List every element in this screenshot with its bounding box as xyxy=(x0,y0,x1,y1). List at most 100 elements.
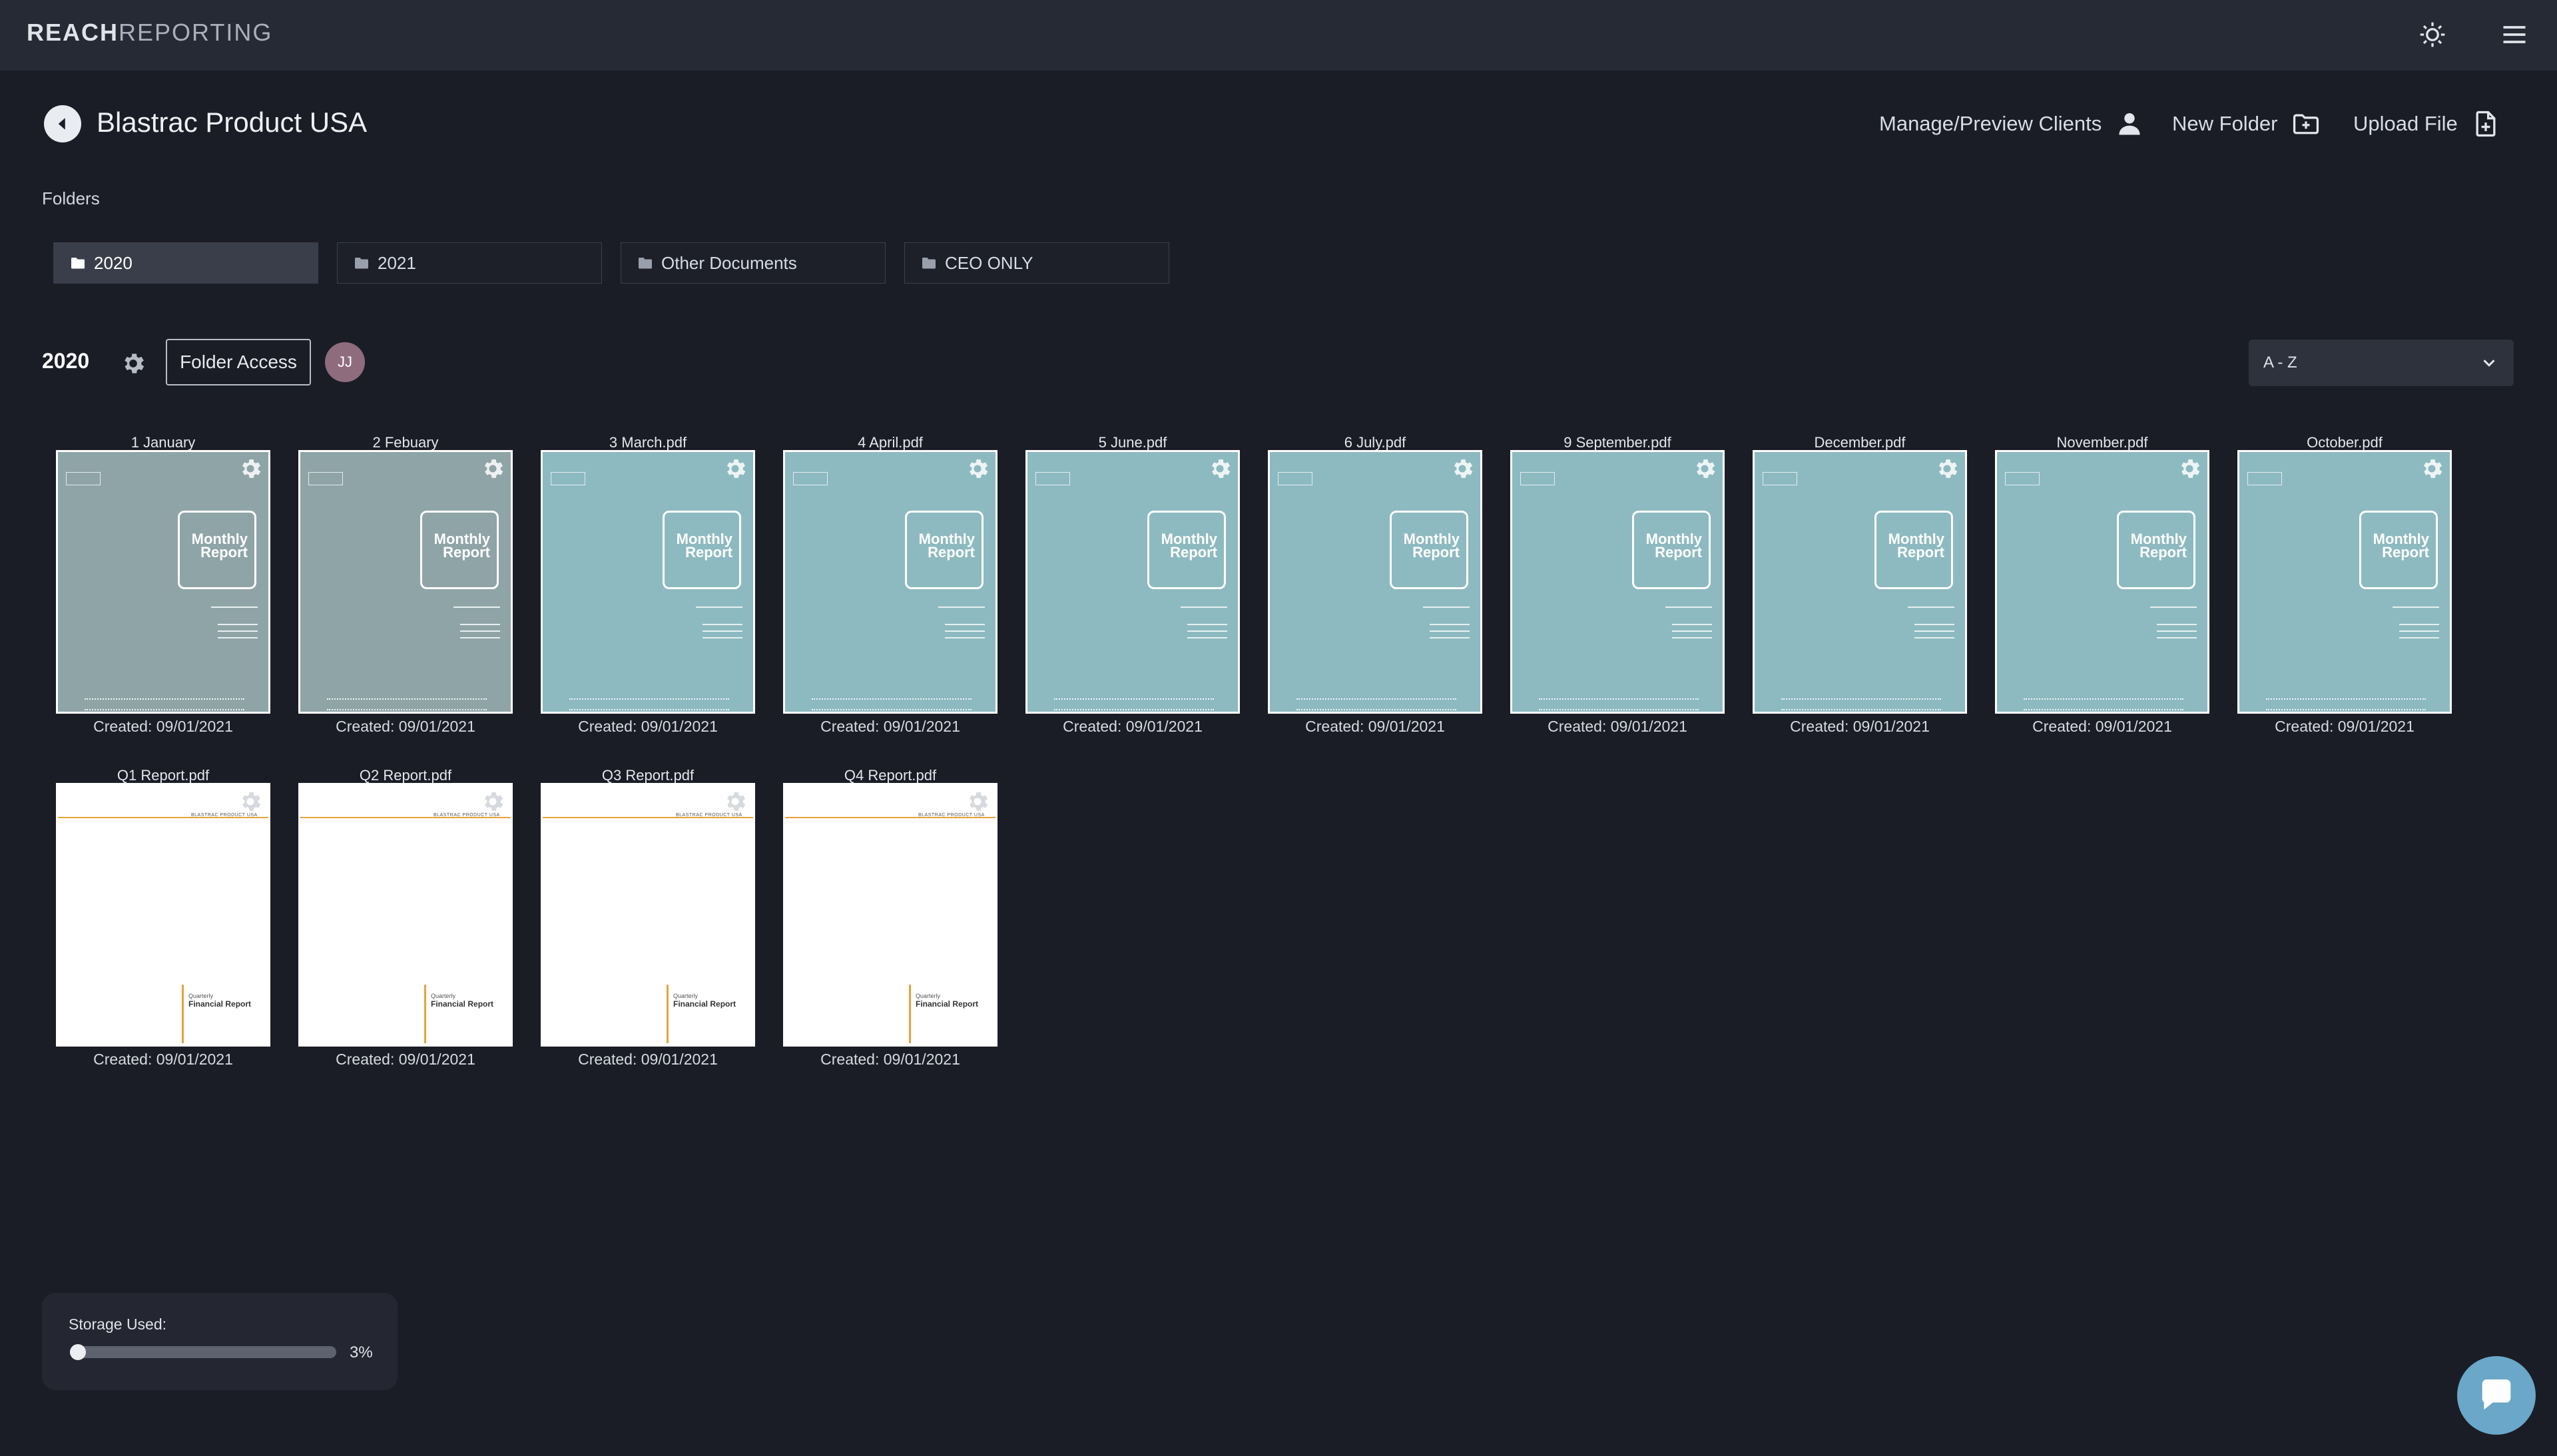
gear-icon[interactable] xyxy=(1207,456,1233,481)
gear-icon[interactable] xyxy=(1934,456,1960,481)
folder-tab-label: CEO ONLY xyxy=(945,252,1033,273)
folder-access-button[interactable]: Folder Access xyxy=(166,339,311,385)
report-title-box: Monthly Report xyxy=(2359,511,2438,589)
file-name: Q3 Report.pdf xyxy=(601,767,695,784)
text-line xyxy=(1665,607,1712,608)
new-folder-button[interactable]: New Folder xyxy=(2172,109,2321,138)
file-thumbnail[interactable]: Monthly Report xyxy=(541,450,755,714)
gear-icon[interactable] xyxy=(480,456,505,481)
top-bar: REACHREPORTING xyxy=(0,0,2557,71)
folder-tab-2021[interactable]: 2021 xyxy=(337,242,602,284)
file-name: Q1 Report.pdf xyxy=(117,767,210,784)
accent-line xyxy=(667,985,669,1043)
brand-logo[interactable]: REACHREPORTING xyxy=(27,19,272,47)
file-thumbnail[interactable]: BLASTRAC PRODUCT USA Quarterly Financial R… xyxy=(298,783,513,1047)
file-thumbnail[interactable]: Monthly Report xyxy=(1268,450,1482,714)
footer-text xyxy=(1781,698,1941,710)
gear-icon[interactable] xyxy=(965,789,990,814)
report-title: Monthly Report xyxy=(1888,531,1944,561)
quarterly-sub: Quarterly xyxy=(431,993,456,999)
file-thumbnail[interactable]: Monthly Report xyxy=(783,450,997,714)
file-name: October.pdf xyxy=(2307,434,2383,451)
file-thumbnail[interactable]: Monthly Report xyxy=(2237,450,2452,714)
quarterly-sub: Quarterly xyxy=(188,993,214,999)
text-line xyxy=(211,607,258,608)
upload-file-button[interactable]: Upload File xyxy=(2353,109,2500,138)
folder-tab-2020[interactable]: 2020 xyxy=(53,242,318,284)
menu-icon[interactable] xyxy=(2500,20,2529,49)
gear-icon[interactable] xyxy=(722,789,748,814)
file-created-date: Created: 09/01/2021 xyxy=(820,718,960,735)
quarterly-report-preview: BLASTRAC PRODUCT USA Quarterly Financial R… xyxy=(300,785,511,1045)
text-line xyxy=(2157,637,2197,638)
text-line xyxy=(2150,607,2197,608)
gear-icon[interactable] xyxy=(1450,456,1475,481)
logo-icon xyxy=(2247,472,2282,485)
file-thumbnail[interactable]: BLASTRAC PRODUCT USA Quarterly Financial R… xyxy=(783,783,997,1047)
monthly-report-preview: Monthly Report xyxy=(1755,452,1965,712)
monthly-report-preview: Monthly Report xyxy=(785,452,995,712)
accent-line xyxy=(182,985,184,1043)
footer-text xyxy=(2266,698,2426,710)
sort-value: A - Z xyxy=(2263,354,2297,371)
report-title: Monthly Report xyxy=(433,531,490,561)
gear-icon[interactable] xyxy=(480,789,505,814)
footer-text xyxy=(85,698,244,710)
report-title-box: Monthly Report xyxy=(2117,511,2195,589)
gear-icon[interactable] xyxy=(120,350,146,377)
text-line xyxy=(453,607,500,608)
monthly-report-preview: Monthly Report xyxy=(1512,452,1723,712)
text-line xyxy=(1914,630,1954,632)
sort-select[interactable]: A - Z xyxy=(2249,340,2514,386)
monthly-report-preview: Monthly Report xyxy=(1997,452,2207,712)
footer-text xyxy=(2024,698,2183,710)
chat-button[interactable] xyxy=(2457,1356,2536,1435)
text-line xyxy=(1430,630,1470,632)
page-title: Blastrac Product USA xyxy=(97,107,368,138)
folder-icon xyxy=(355,258,368,269)
file-thumbnail[interactable]: BLASTRAC PRODUCT USA Quarterly Financial R… xyxy=(541,783,755,1047)
gear-icon[interactable] xyxy=(238,789,263,814)
file-thumbnail[interactable]: Monthly Report xyxy=(1753,450,1967,714)
quarterly-sub: Quarterly xyxy=(673,993,699,999)
report-title-box: Monthly Report xyxy=(663,511,741,589)
back-button[interactable] xyxy=(44,105,81,142)
file-thumbnail[interactable]: Monthly Report xyxy=(56,450,270,714)
file-name: 2 Febuary xyxy=(372,434,439,451)
gear-icon[interactable] xyxy=(965,456,990,481)
text-line xyxy=(703,637,742,638)
report-title: Monthly Report xyxy=(1645,531,1702,561)
file-thumbnail[interactable]: BLASTRAC PRODUCT USA Quarterly Financial R… xyxy=(56,783,270,1047)
logo-icon xyxy=(551,472,585,485)
report-title: Monthly Report xyxy=(1403,531,1460,561)
folder-tab-other-documents[interactable]: Other Documents xyxy=(621,242,886,284)
text-line xyxy=(1672,630,1712,632)
text-line xyxy=(1423,607,1470,608)
report-title-box: Monthly Report xyxy=(1632,511,1711,589)
monthly-report-preview: Monthly Report xyxy=(1270,452,1480,712)
gear-icon[interactable] xyxy=(2177,456,2202,481)
file-thumbnail[interactable]: Monthly Report xyxy=(1995,450,2209,714)
gear-icon[interactable] xyxy=(722,456,748,481)
footer-text xyxy=(569,698,729,710)
gear-icon[interactable] xyxy=(2419,456,2444,481)
file-created-date: Created: 09/01/2021 xyxy=(2032,718,2172,735)
file-thumbnail[interactable]: Monthly Report xyxy=(298,450,513,714)
storage-percent: 3% xyxy=(350,1343,373,1361)
folder-tab-ceo-only[interactable]: CEO ONLY xyxy=(904,242,1169,284)
gear-icon[interactable] xyxy=(1692,456,1717,481)
user-icon xyxy=(2119,113,2140,135)
gear-icon[interactable] xyxy=(238,456,263,481)
folder-icon xyxy=(922,258,936,269)
quarterly-title: Financial Report xyxy=(673,999,736,1009)
brightness-icon[interactable] xyxy=(2418,20,2447,49)
manage-preview-clients-button[interactable]: Manage/Preview Clients xyxy=(1879,109,2144,138)
text-line xyxy=(1672,637,1712,638)
storage-knob xyxy=(70,1344,86,1360)
file-thumbnail[interactable]: Monthly Report xyxy=(1025,450,1240,714)
avatar[interactable]: JJ xyxy=(325,342,365,382)
file-created-date: Created: 09/01/2021 xyxy=(93,718,233,735)
text-line xyxy=(2399,630,2439,632)
text-line xyxy=(1187,637,1227,638)
file-thumbnail[interactable]: Monthly Report xyxy=(1510,450,1725,714)
